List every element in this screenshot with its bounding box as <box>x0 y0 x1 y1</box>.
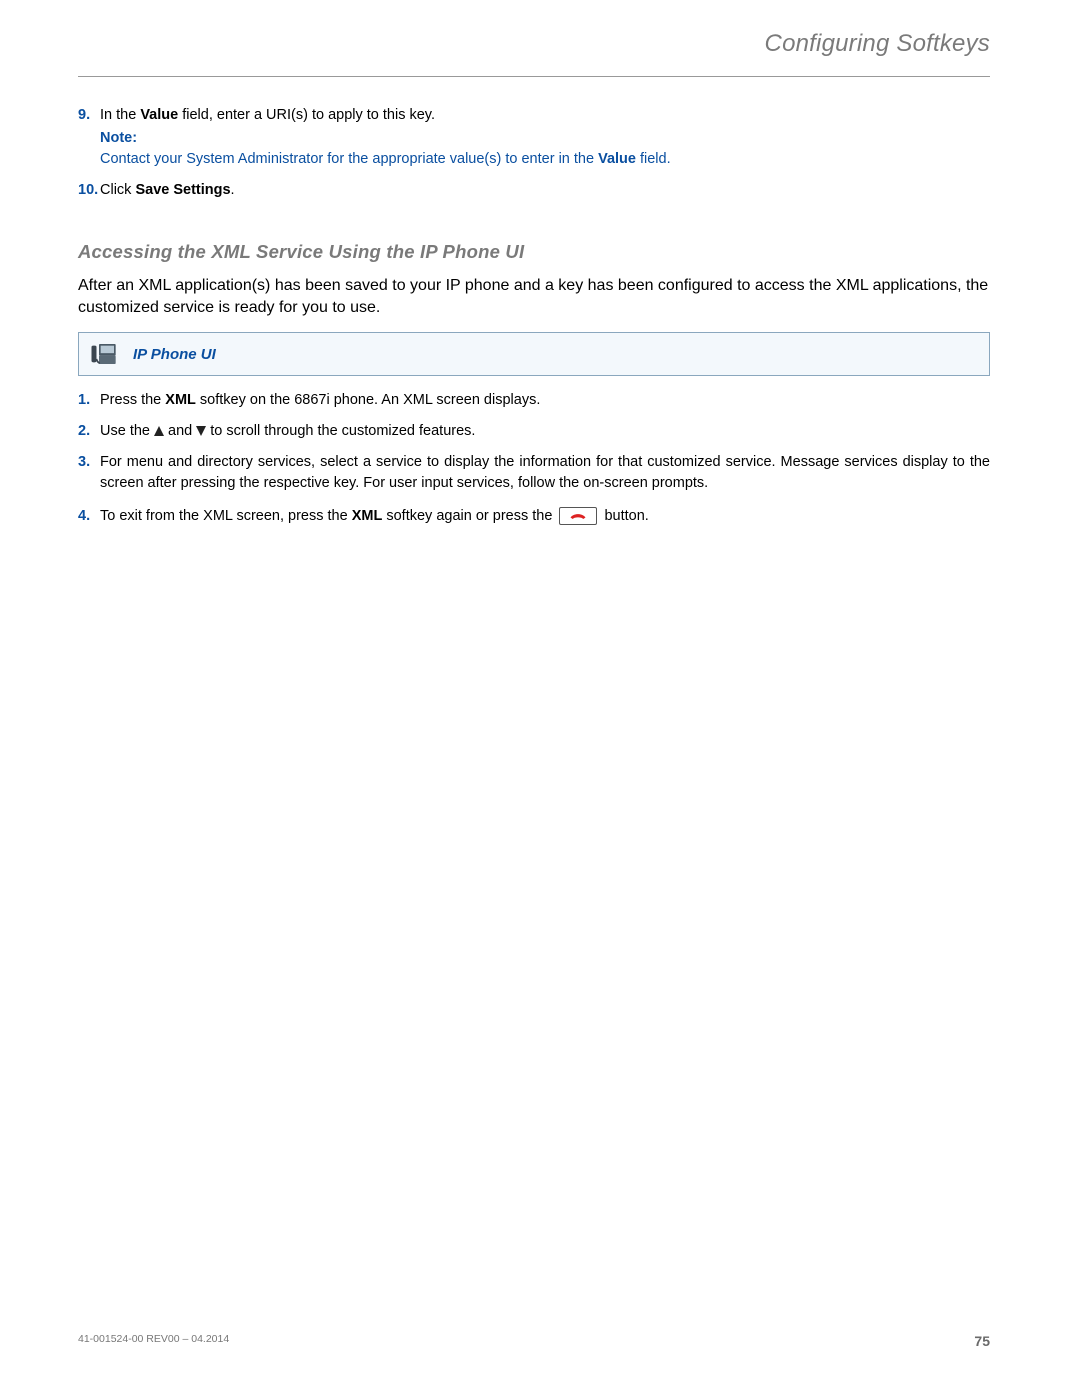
down-arrow-icon <box>196 426 206 436</box>
bottom-steps-list: 1. Press the XML softkey on the 6867i ph… <box>78 390 990 527</box>
page-footer: 41-001524-00 REV00 – 04.2014 75 <box>78 1333 990 1349</box>
page-number: 75 <box>974 1333 990 1349</box>
step-10: 10. Click Save Settings. <box>100 180 990 201</box>
step-9: 9. In the Value field, enter a URI(s) to… <box>100 105 990 170</box>
step-text: To exit from the XML screen, press the X… <box>100 508 649 524</box>
intro-paragraph: After an XML application(s) has been sav… <box>78 275 990 318</box>
phone-icon <box>89 339 119 369</box>
step-number: 3. <box>78 452 90 473</box>
step-text: Press the XML softkey on the 6867i phone… <box>100 392 540 408</box>
step-number: 10. <box>78 180 98 201</box>
up-arrow-icon <box>154 426 164 436</box>
note-body: Contact your System Administrator for th… <box>100 149 990 170</box>
step-4: 4. To exit from the XML screen, press th… <box>100 506 990 527</box>
step-text: Click Save Settings. <box>100 182 235 198</box>
top-steps-list: 9. In the Value field, enter a URI(s) to… <box>78 105 990 201</box>
step-number: 2. <box>78 421 90 442</box>
note-label: Note: <box>100 128 990 149</box>
section-subheading: Accessing the XML Service Using the IP P… <box>78 241 990 263</box>
step-number: 9. <box>78 105 90 126</box>
step-2: 2. Use the and to scroll through the cus… <box>100 421 990 442</box>
page-header: Configuring Softkeys <box>78 30 990 77</box>
hangup-button-icon <box>559 507 597 525</box>
note-block: Note: Contact your System Administrator … <box>100 128 990 170</box>
step-1: 1. Press the XML softkey on the 6867i ph… <box>100 390 990 411</box>
step-text: Use the and to scroll through the custom… <box>100 423 475 439</box>
footer-docid: 41-001524-00 REV00 – 04.2014 <box>78 1333 229 1349</box>
step-3: 3. For menu and directory services, sele… <box>100 452 990 494</box>
step-text: In the Value field, enter a URI(s) to ap… <box>100 107 435 123</box>
step-number: 1. <box>78 390 90 411</box>
ip-phone-ui-box: IP Phone UI <box>78 332 990 376</box>
step-text: For menu and directory services, select … <box>100 452 990 494</box>
step-number: 4. <box>78 506 90 527</box>
ip-phone-ui-label: IP Phone UI <box>133 346 216 363</box>
